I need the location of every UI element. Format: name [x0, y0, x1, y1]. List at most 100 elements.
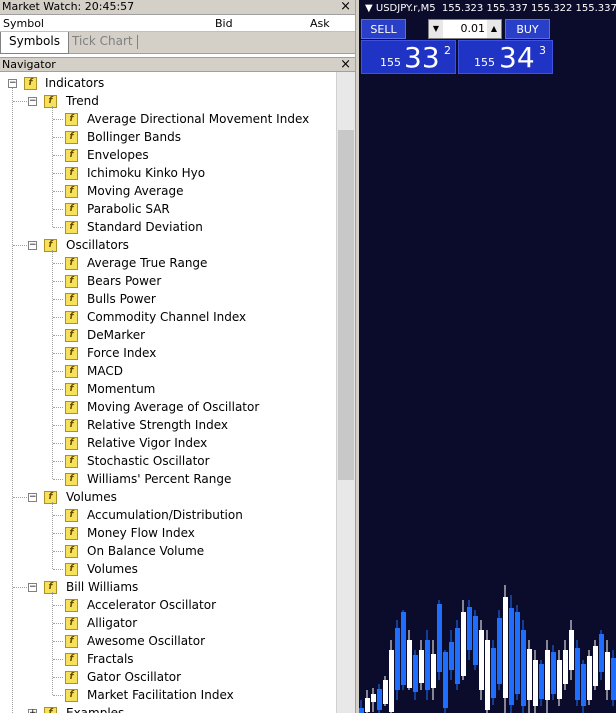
candle-body [443, 652, 448, 708]
tree-item[interactable]: f Bulls Power [0, 290, 336, 308]
tree-item[interactable]: f Envelopes [0, 146, 336, 164]
indicator-icon: f [65, 257, 78, 270]
tree-item[interactable]: f Stochastic Oscillator [0, 452, 336, 470]
column-bid[interactable]: Bid [215, 17, 233, 30]
scrollbar-thumb[interactable] [338, 130, 354, 480]
indicator-icon: f [65, 113, 78, 126]
tree-item[interactable]: f On Balance Volume [0, 542, 336, 560]
tree-item[interactable]: f Commodity Channel Index [0, 308, 336, 326]
collapse-icon[interactable]: − [28, 493, 37, 502]
column-symbol[interactable]: Symbol [3, 17, 44, 30]
tree-item-label: Average True Range [87, 256, 208, 270]
tree-root-indicators[interactable]: − f Indicators [0, 74, 336, 92]
tab-symbols[interactable]: Symbols [0, 32, 69, 54]
candle-body [485, 640, 490, 710]
indicator-icon: f [65, 599, 78, 612]
tree-group-bill-williams[interactable]: − f Bill Williams [0, 578, 336, 596]
candle-body [575, 648, 580, 700]
tree-item[interactable]: f Alligator [0, 614, 336, 632]
indicator-icon: f [65, 509, 78, 522]
tab-tick-chart[interactable]: Tick Chart [64, 32, 141, 52]
indicator-icon: f [65, 617, 78, 630]
tree-item[interactable]: f Parabolic SAR [0, 200, 336, 218]
tree-connector [53, 335, 63, 336]
tree-item[interactable]: f Standard Deviation [0, 218, 336, 236]
indicator-folder-icon: f [44, 491, 57, 504]
tree-connector [53, 389, 63, 390]
tree-item[interactable]: f Fractals [0, 650, 336, 668]
tree-item[interactable]: f Moving Average of Oscillator [0, 398, 336, 416]
candle-body [581, 664, 586, 706]
tree-item[interactable]: f Volumes [0, 560, 336, 578]
tree-group-volumes[interactable]: − f Volumes [0, 488, 336, 506]
tree-group-oscillators[interactable]: − f Oscillators [0, 236, 336, 254]
tree-item[interactable]: f Money Flow Index [0, 524, 336, 542]
market-watch-close-icon[interactable]: × [340, 0, 351, 13]
tree-item[interactable]: f Force Index [0, 344, 336, 362]
tree-item-label: Market Facilitation Index [87, 688, 234, 702]
collapse-icon[interactable]: − [8, 79, 17, 88]
indicator-icon: f [65, 419, 78, 432]
candle-body [401, 612, 406, 685]
tree-connector [53, 479, 63, 480]
tree-connector [53, 569, 63, 570]
tree-item[interactable]: f Relative Strength Index [0, 416, 336, 434]
tree-item[interactable]: f Bollinger Bands [0, 128, 336, 146]
tree-item[interactable]: f Gator Oscillator [0, 668, 336, 686]
tree-item-label: Relative Vigor Index [87, 436, 208, 450]
tree-item[interactable]: f Accumulation/Distribution [0, 506, 336, 524]
candle-body [479, 630, 484, 690]
indicator-icon: f [65, 545, 78, 558]
tree-item[interactable]: f Moving Average [0, 182, 336, 200]
market-watch-titlebar: Market Watch: 20:45:57 × [0, 0, 355, 15]
candle-body [395, 628, 400, 690]
tree-item-label: Accelerator Oscillator [87, 598, 217, 612]
tree-item-label: Commodity Channel Index [87, 310, 247, 324]
tree-item[interactable]: f Momentum [0, 380, 336, 398]
tree-item[interactable]: f Awesome Oscillator [0, 632, 336, 650]
tree-group-examples[interactable]: + f Examples [0, 704, 336, 713]
tree-connector [13, 587, 27, 588]
tree-item[interactable]: f Accelerator Oscillator [0, 596, 336, 614]
tree-item[interactable]: f MACD [0, 362, 336, 380]
candle-body [431, 654, 436, 688]
indicator-icon: f [65, 455, 78, 468]
candle-body [503, 597, 508, 698]
tree-item-label: Momentum [87, 382, 156, 396]
tree-item-label: Ichimoku Kinko Hyo [87, 166, 206, 180]
indicator-folder-icon: f [44, 581, 57, 594]
tree-item[interactable]: f Williams' Percent Range [0, 470, 336, 488]
chart-window[interactable]: ▼ USDJPY.r,M5 155.323 155.337 155.322 15… [359, 0, 616, 713]
tree-item[interactable]: f Relative Vigor Index [0, 434, 336, 452]
collapse-icon[interactable]: + [28, 709, 37, 713]
indicator-icon: f [65, 653, 78, 666]
collapse-icon[interactable]: − [28, 583, 37, 592]
tree-item[interactable]: f DeMarker [0, 326, 336, 344]
collapse-icon[interactable]: − [28, 241, 37, 250]
column-ask[interactable]: Ask [310, 17, 330, 30]
indicator-icon: f [65, 347, 78, 360]
tree-item[interactable]: f Ichimoku Kinko Hyo [0, 164, 336, 182]
navigator-close-icon[interactable]: × [340, 58, 351, 71]
tree-item[interactable]: f Bears Power [0, 272, 336, 290]
indicator-icon: f [65, 689, 78, 702]
tree-item[interactable]: f Average True Range [0, 254, 336, 272]
tree-connector [53, 407, 63, 408]
tree-item[interactable]: f Average Directional Movement Index [0, 110, 336, 128]
indicator-folder-icon: f [44, 707, 57, 713]
tree-item-label: Parabolic SAR [87, 202, 170, 216]
candle-body [473, 616, 478, 665]
tree-item-label: Standard Deviation [87, 220, 203, 234]
candle-body [551, 652, 556, 694]
tree-connector [53, 155, 63, 156]
navigator-titlebar: Navigator × [0, 57, 355, 72]
tree-item-label: Williams' Percent Range [87, 472, 232, 486]
tree-item[interactable]: f Market Facilitation Index [0, 686, 336, 704]
tree-group-trend[interactable]: − f Trend [0, 92, 336, 110]
navigator-scrollbar[interactable] [336, 72, 355, 713]
collapse-icon[interactable]: − [28, 97, 37, 106]
candle-body [527, 649, 532, 700]
market-watch-column-header: Symbol Bid Ask [0, 15, 355, 32]
tree-connector [13, 497, 27, 498]
tree-connector [53, 227, 63, 228]
